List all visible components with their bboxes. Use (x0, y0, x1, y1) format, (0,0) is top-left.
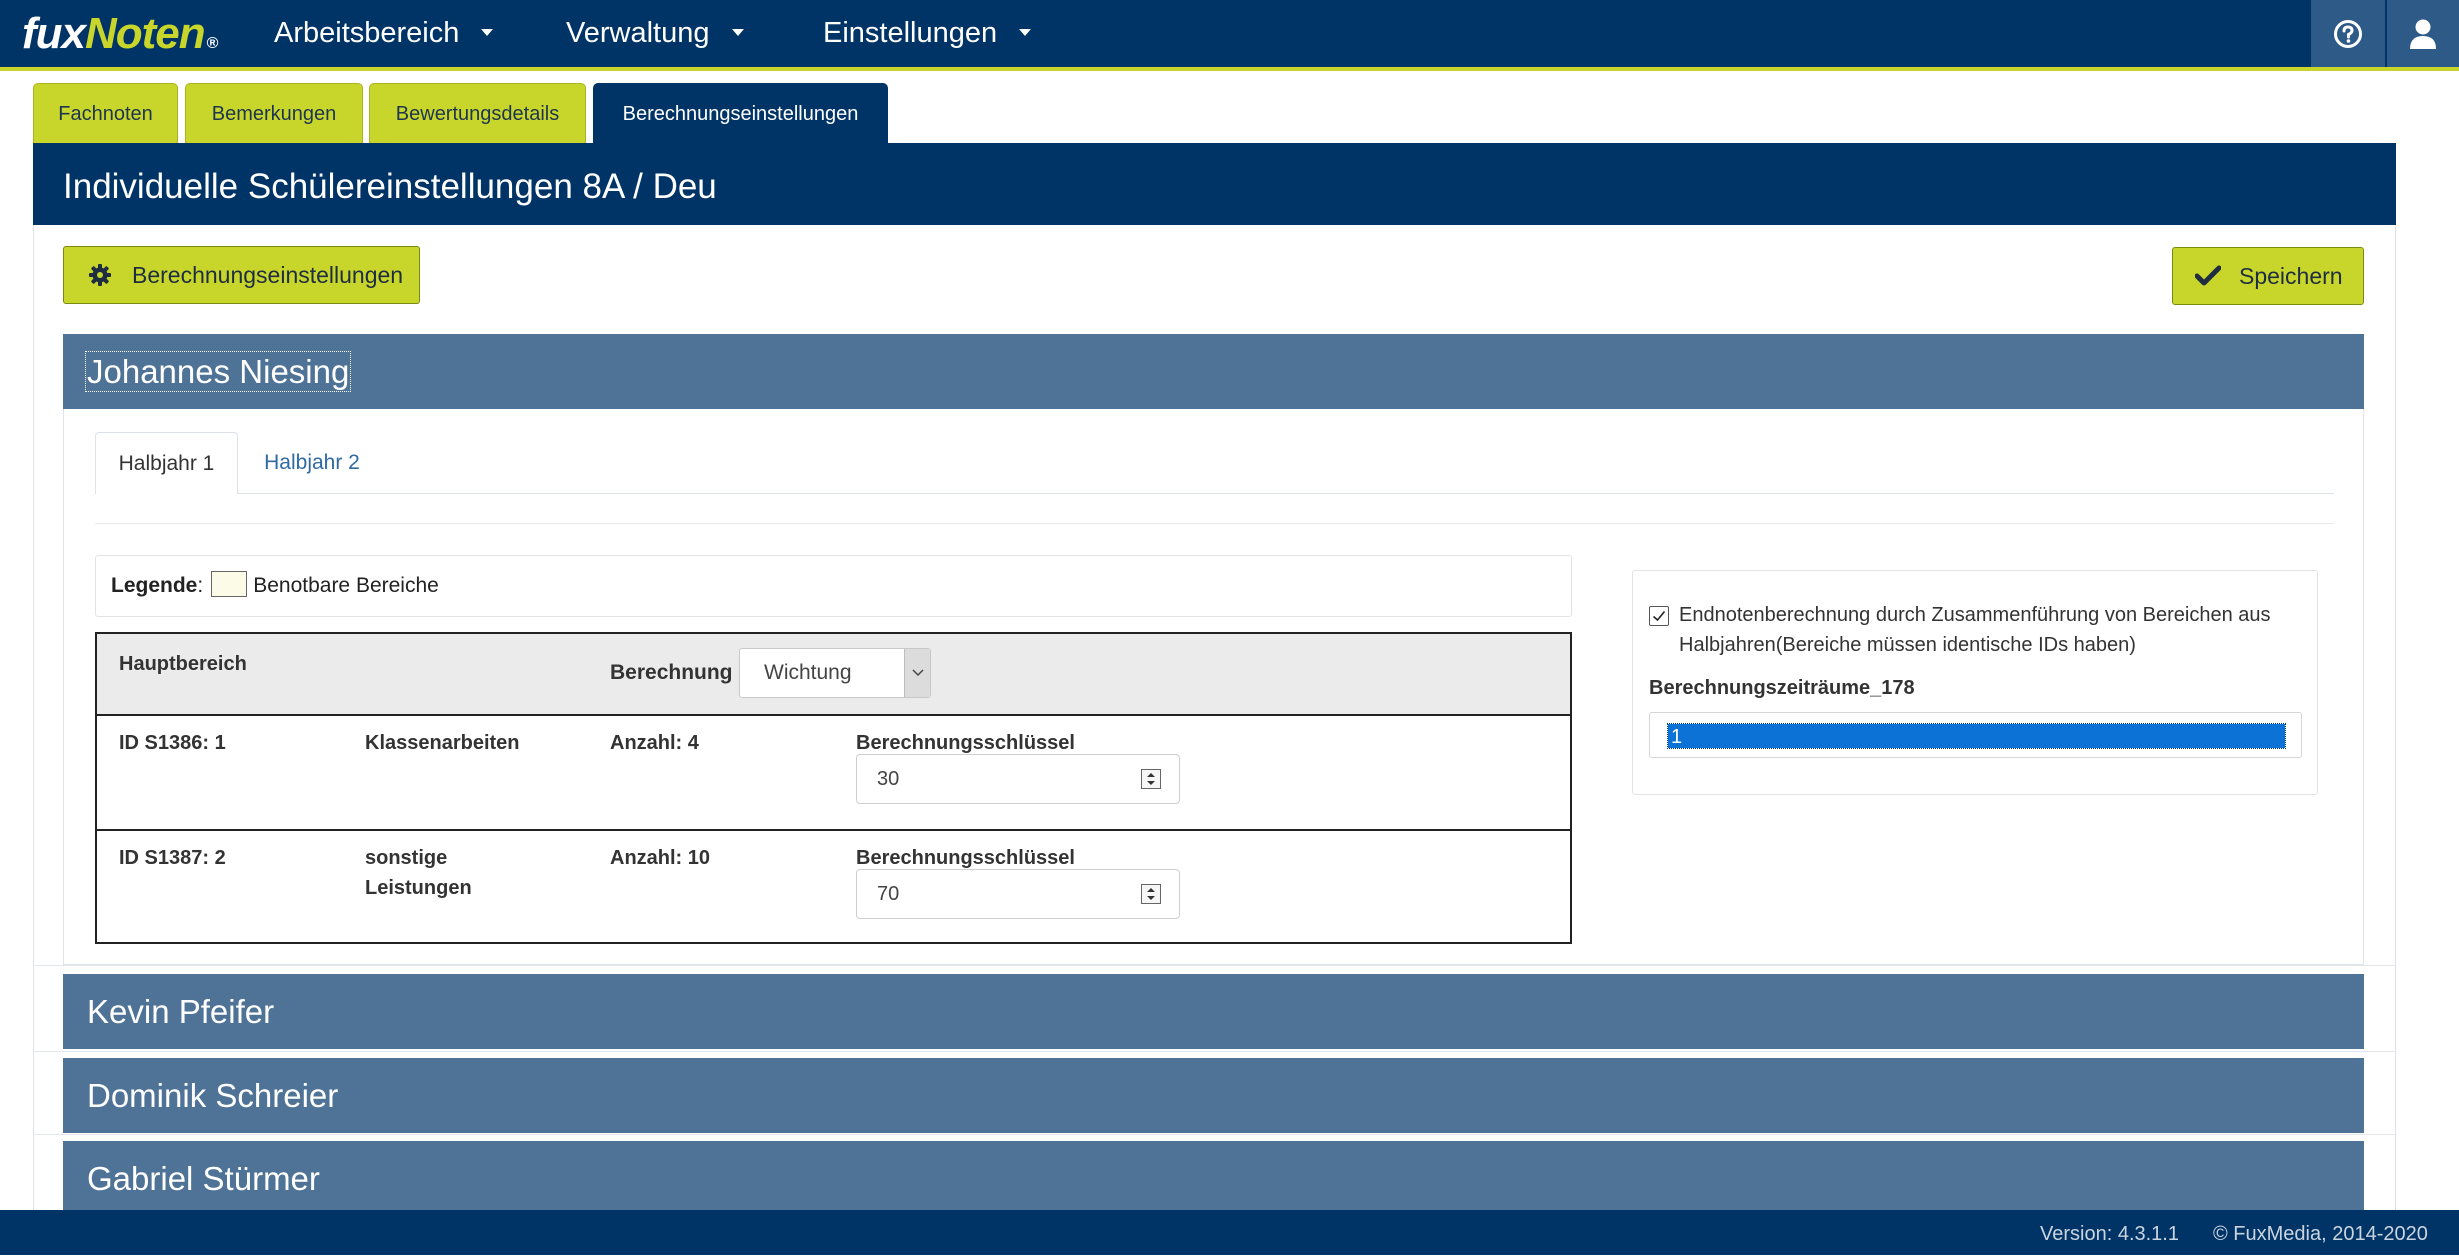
student-header-johannes-niesing[interactable]: Johannes Niesing (63, 334, 2364, 409)
tab-fachnoten[interactable]: Fachnoten (33, 83, 178, 143)
student-name: Gabriel Stürmer (87, 1160, 320, 1197)
student-header-dominik-schreier[interactable]: Dominik Schreier (63, 1058, 2364, 1133)
list-option-selected[interactable]: 1 (1667, 723, 2286, 749)
row-id: ID S1386: 1 (119, 732, 226, 754)
nav-menu-verwaltung[interactable]: Verwaltung (566, 0, 744, 67)
tab-halbjahr-2[interactable]: Halbjahr 2 (244, 432, 380, 494)
header-berechnung: Berechnung (610, 661, 733, 684)
row-bereich-line2: Leistungen (365, 877, 472, 899)
legend-separator: : (197, 574, 204, 597)
endnote-merge-label-line2: Halbjahren(Bereiche müssen identische ID… (1679, 634, 2136, 656)
spinner-icon[interactable] (1141, 884, 1161, 904)
input-value: 70 (877, 883, 900, 905)
help-button[interactable] (2311, 0, 2385, 67)
tab-bewertungsdetails[interactable]: Bewertungsdetails (369, 83, 586, 143)
row-bereich: sonstige (365, 847, 448, 869)
caret-down-icon (481, 28, 494, 36)
row-separator (97, 829, 1570, 831)
calc-table-header: Hauptbereich Berechnung Wichtung (97, 634, 1570, 716)
logo-registered-mark: ® (206, 35, 219, 52)
row-anzahl: Anzahl: 10 (610, 847, 711, 869)
save-button-label: Speichern (2239, 262, 2343, 289)
berechnungszeitraeume-list[interactable]: 1 (1649, 712, 2302, 758)
tab-divider (238, 493, 2334, 494)
berechnungszeitraeume-label: Berechnungszeiträume_178 (1649, 677, 1915, 699)
endnote-merge-checkbox[interactable] (1649, 606, 1669, 626)
help-icon (2334, 19, 2362, 48)
nav-menu-label: Arbeitsbereich (274, 17, 460, 49)
chevron-down-icon (904, 649, 930, 697)
student-name: Kevin Pfeifer (87, 993, 275, 1030)
endnote-settings-box: Endnotenberechnung durch Zusammenführung… (1632, 570, 2318, 795)
user-icon (2410, 19, 2436, 49)
spinner-icon[interactable] (1141, 769, 1161, 789)
calc-table: Hauptbereich Berechnung Wichtung ID S138… (95, 632, 1572, 944)
page-title: Individuelle Schülereinstellungen 8A / D… (33, 143, 2396, 225)
legend-item: Benotbare Bereiche (253, 574, 439, 597)
student-name: Dominik Schreier (87, 1077, 339, 1114)
header-hauptbereich: Hauptbereich (119, 653, 247, 675)
berechnungseinstellungen-button[interactable]: Berechnungseinstellungen (63, 246, 420, 304)
berechnungsschluessel-input-1[interactable]: 30 (856, 754, 1180, 804)
endnote-merge-label: Endnotenberechnung durch Zusammenführung… (1679, 600, 2299, 660)
footer: Version: 4.3.1.1 © FuxMedia, 2014-2020 (0, 1210, 2459, 1255)
footer-version: Version: 4.3.1.1 (2040, 1223, 2179, 1245)
student-header-kevin-pfeifer[interactable]: Kevin Pfeifer (63, 974, 2364, 1049)
berechnung-select[interactable]: Wichtung (739, 648, 931, 698)
footer-copyright: © FuxMedia, 2014-2020 (2213, 1223, 2428, 1245)
check-icon (2195, 265, 2221, 286)
logo-text-fux: fux (22, 9, 86, 58)
nav-menu-label: Verwaltung (566, 17, 710, 49)
divider (33, 1134, 2396, 1135)
row-bereich: Klassenarbeiten (365, 732, 520, 754)
berechnung-select-value: Wichtung (764, 661, 852, 684)
berechnungsschluessel-input-2[interactable]: 70 (856, 869, 1180, 919)
nav-menu-einstellungen[interactable]: Einstellungen (823, 0, 1032, 67)
section-divider (95, 523, 2334, 524)
top-navbar: fuxNoten ® Arbeitsbereich Verwaltung Eins… (0, 0, 2459, 71)
tab-halbjahr-1[interactable]: Halbjahr 1 (95, 432, 238, 494)
save-button[interactable]: Speichern (2172, 247, 2364, 305)
row-anzahl: Anzahl: 4 (610, 732, 699, 754)
row-id: ID S1387: 2 (119, 847, 226, 869)
input-value: 30 (877, 768, 900, 790)
logo-text-noten: Noten (85, 9, 206, 58)
endnote-merge-label-line1: Endnotenberechnung durch Zusammenführung… (1679, 604, 2271, 626)
caret-down-icon (1019, 28, 1032, 36)
student-header-gabriel-stuermer[interactable]: Gabriel Stürmer (63, 1141, 2364, 1216)
divider (33, 1051, 2396, 1052)
berechnungseinstellungen-button-label: Berechnungseinstellungen (132, 261, 404, 288)
legend-swatch (211, 571, 248, 598)
gear-icon (89, 264, 111, 286)
student-name: Johannes Niesing (84, 351, 352, 392)
tab-berechnungseinstellungen[interactable]: Berechnungseinstellungen (593, 83, 888, 143)
nav-menu-arbeitsbereich[interactable]: Arbeitsbereich (274, 0, 494, 67)
divider (33, 965, 2396, 966)
legend-label: Legende (111, 574, 198, 597)
nav-menu-label: Einstellungen (823, 17, 998, 49)
user-button[interactable] (2387, 0, 2459, 67)
app-logo[interactable]: fuxNoten ® (22, 6, 219, 62)
tab-bemerkungen[interactable]: Bemerkungen (185, 83, 363, 143)
caret-down-icon (731, 28, 744, 36)
checkmark-icon (1652, 610, 1666, 622)
legend: Legende: Benotbare Bereiche (95, 555, 1572, 617)
